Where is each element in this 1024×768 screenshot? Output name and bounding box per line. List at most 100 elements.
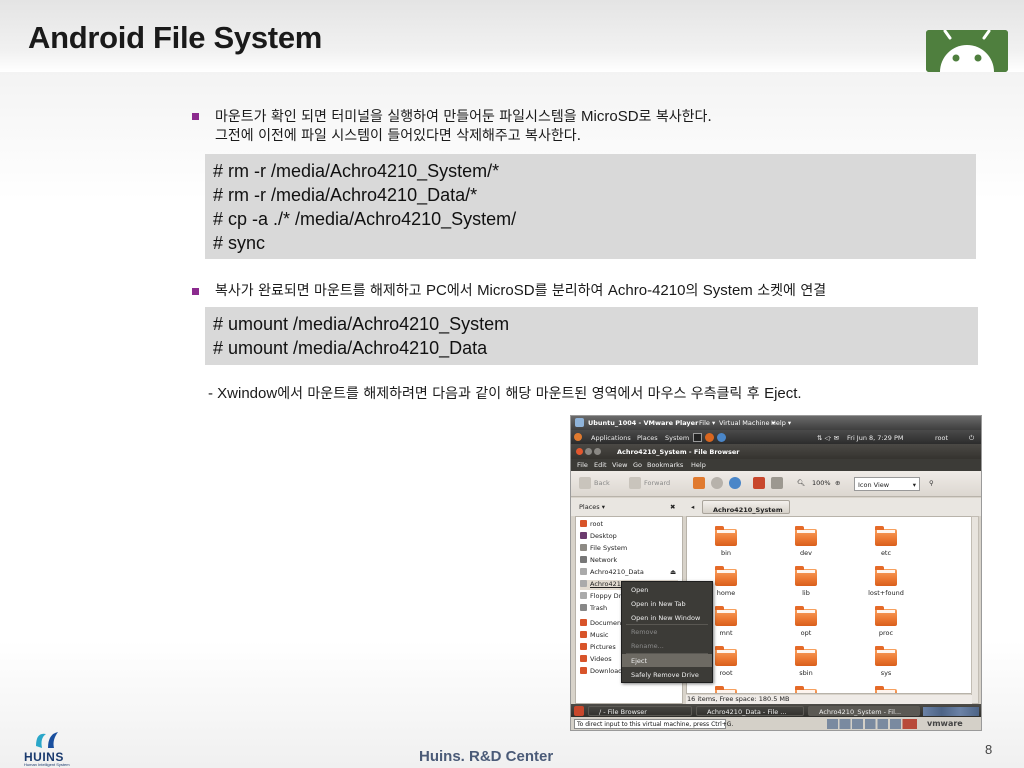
reload-icon[interactable] [729, 477, 741, 489]
bullet-marker [192, 113, 199, 120]
zoom-out-icon[interactable]: 🔍︎ [797, 479, 805, 487]
folder-icon[interactable] [795, 526, 817, 546]
folder-label[interactable]: etc [856, 549, 916, 557]
computer-icon[interactable] [771, 477, 783, 489]
sidebar-item-desktop[interactable]: Desktop [580, 532, 617, 542]
folder-label[interactable]: sys [856, 669, 916, 677]
forward-arrow-icon[interactable] [629, 477, 641, 489]
firefox-launcher-icon[interactable] [705, 433, 714, 442]
folder-label[interactable]: bin [696, 549, 756, 557]
vm-device-icons[interactable] [827, 719, 917, 729]
task-achro4210-data[interactable]: Achro4210_Data - File ... [696, 706, 804, 716]
folder-icon[interactable] [875, 606, 897, 626]
sidebar-item-pictures[interactable]: Pictures [580, 643, 616, 653]
menu-item-open-new-window[interactable]: Open in New Window [622, 611, 712, 624]
back-button[interactable]: Back [594, 479, 610, 487]
folder-label[interactable]: lost+found [856, 589, 916, 597]
folder-icon[interactable] [875, 686, 897, 693]
folder-icon[interactable] [795, 606, 817, 626]
bullet2-line: 복사가 완료되면 마운트를 해제하고 PC에서 MicroSD를 분리하여 Ac… [215, 281, 826, 301]
ubuntu-logo-icon [574, 433, 582, 441]
vmware-logo: vmware [927, 719, 963, 728]
menu-view[interactable]: View [612, 461, 627, 469]
folder-icon[interactable] [795, 646, 817, 666]
forward-button[interactable]: Forward [644, 479, 670, 487]
minimize-window-icon[interactable] [585, 448, 592, 455]
folder-icon[interactable] [875, 646, 897, 666]
workspace-switcher[interactable] [923, 707, 979, 716]
stop-icon[interactable] [711, 477, 723, 489]
folder-icon[interactable] [715, 686, 737, 693]
power-icon[interactable]: ⏻ [969, 434, 974, 443]
sidebar-item-network[interactable]: Network [580, 556, 617, 566]
vm-menu-file[interactable]: File ▾ [699, 419, 715, 427]
vm-menu-help[interactable]: Help ▾ [771, 419, 791, 427]
zoom-level[interactable]: 100% [812, 479, 831, 487]
panel-menu-system[interactable]: System [665, 434, 689, 442]
menu-file[interactable]: File [577, 461, 588, 469]
task-file-browser[interactable]: / - File Browser [588, 706, 692, 716]
home-folder-icon[interactable] [753, 477, 765, 489]
path-button[interactable]: Achro4210_System [702, 500, 790, 514]
panel-menu-places[interactable]: Places [637, 434, 658, 442]
sidebar-item-root[interactable]: root [580, 520, 603, 530]
menu-edit[interactable]: Edit [594, 461, 607, 469]
maximize-window-icon[interactable] [594, 448, 601, 455]
eject-icon[interactable]: ⏏ [670, 568, 676, 576]
folder-icon[interactable] [715, 606, 737, 626]
chevron-down-icon: ▾ [912, 481, 916, 489]
content-scrollbar[interactable] [971, 516, 979, 704]
show-desktop-icon[interactable] [574, 706, 584, 716]
menu-bookmarks[interactable]: Bookmarks [647, 461, 683, 469]
folder-label[interactable]: proc [856, 629, 916, 637]
task-achro4210-system[interactable]: Achro4210_System - Fil... [808, 706, 920, 716]
close-sidebar-icon[interactable]: ✖ [670, 503, 675, 511]
context-menu: Open Open in New Tab Open in New Window … [621, 581, 713, 683]
page-number: 8 [985, 742, 993, 757]
folder-label[interactable]: dev [776, 549, 836, 557]
path-left-arrow-icon[interactable]: ◂ [691, 503, 694, 511]
sidebar-item-downloads[interactable]: Download [580, 667, 622, 677]
folder-icon[interactable] [715, 646, 737, 666]
terminal-launcher-icon[interactable] [693, 433, 702, 442]
folder-icon[interactable] [875, 566, 897, 586]
filebrowser-title: Achro4210_System - File Browser [617, 448, 740, 456]
bullet1-line1: 마운트가 확인 되면 터미널을 실행하여 만들어둔 파일시스템을 MicroSD… [215, 107, 712, 127]
menu-item-safely-remove[interactable]: Safely Remove Drive [622, 668, 712, 681]
folder-label[interactable]: lib [776, 589, 836, 597]
menu-help[interactable]: Help [691, 461, 706, 469]
folder-icon[interactable] [795, 566, 817, 586]
close-window-icon[interactable] [576, 448, 583, 455]
bullet1-text-a: 마운트가 확인 되면 터미널을 실행하여 만들어둔 파일시스템을 [215, 109, 582, 125]
sidebar-item-floppy[interactable]: Floppy Dri [580, 592, 623, 602]
panel-menu-applications[interactable]: Applications [591, 434, 631, 442]
sidebar-item-achro4210-data[interactable]: Achro4210_Data ⏏ [580, 568, 676, 578]
sidebar-item-file-system[interactable]: File System [580, 544, 627, 554]
sidebar-item-videos[interactable]: Videos [580, 655, 612, 665]
folder-label[interactable]: opt [776, 629, 836, 637]
folder-icon[interactable] [875, 526, 897, 546]
menu-item-eject[interactable]: Eject [622, 654, 712, 667]
sidebar-item-music[interactable]: Music [580, 631, 609, 641]
folder-icon[interactable] [715, 566, 737, 586]
help-launcher-icon[interactable] [717, 433, 726, 442]
vm-statusbar: To direct input to this virtual machine,… [571, 717, 981, 730]
search-icon[interactable]: ⚲ [929, 479, 934, 487]
zoom-in-icon[interactable]: ⊕ [835, 479, 840, 487]
sidebar-item-trash[interactable]: Trash [580, 604, 607, 614]
back-arrow-icon[interactable] [579, 477, 591, 489]
view-mode-select[interactable]: Icon View ▾ [854, 477, 920, 491]
sidebar-item-documents[interactable]: Documen [580, 619, 621, 629]
folder-label[interactable]: sbin [776, 669, 836, 677]
folder-icon[interactable] [715, 526, 737, 546]
menu-item-open[interactable]: Open [622, 583, 712, 596]
menu-go[interactable]: Go [633, 461, 642, 469]
vm-menu-virtual-machine[interactable]: Virtual Machine ▾ [719, 419, 775, 427]
menu-item-open-new-tab[interactable]: Open in New Tab [622, 597, 712, 610]
panel-clock[interactable]: Fri Jun 8, 7:29 PM [847, 434, 904, 442]
bullet2-text-c: 에서 [446, 283, 478, 299]
folder-icon[interactable] [795, 686, 817, 693]
places-dropdown[interactable]: Places ▾ [579, 503, 605, 511]
panel-user[interactable]: root [935, 434, 948, 442]
up-arrow-icon[interactable] [693, 477, 705, 489]
